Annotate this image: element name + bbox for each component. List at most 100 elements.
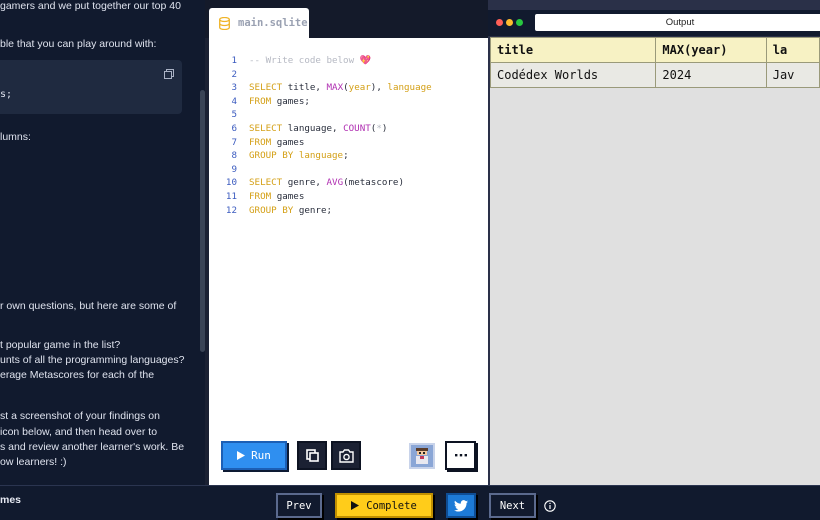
screenshot-button[interactable] [331,441,361,470]
instructions-line: t popular game in the list? [0,339,121,351]
prev-button[interactable]: Prev [276,493,322,518]
line-number: 11 [225,190,237,202]
code-token: metascore [348,177,399,189]
code-lines[interactable]: 1 -- Write code below 💖 2 3 SELECT title… [209,54,488,217]
course-footer: mes [0,485,205,520]
next-button[interactable]: Next [489,493,536,518]
code-column: language [298,150,344,162]
code-token: ) [381,122,388,134]
code-token: genre; [298,204,333,216]
column-header: MAX(year) [655,37,767,63]
instructions-line: icon below, and then head over to [0,426,158,438]
copy-icon [305,449,319,462]
output-titlebar: Output [488,10,820,36]
code-column: year [348,82,371,94]
table-header-row: title MAX(year) la [490,37,820,63]
close-dot-icon[interactable] [496,19,503,26]
code-keyword: SELECT [249,122,283,134]
line-number: 12 [225,204,237,216]
complete-label: Complete [366,499,417,512]
copy-icon[interactable] [164,69,174,79]
prev-label: Prev [286,499,312,512]
file-tab[interactable]: main.sqlite [209,8,309,38]
course-label[interactable]: mes [0,494,21,506]
instructions-line: ow learners! :) [0,456,67,468]
line-number: 4 [231,95,237,107]
line-number: 8 [231,150,237,162]
code-function: COUNT [343,122,371,134]
complete-button[interactable]: Complete [335,493,433,518]
instructions-panel: gamers and we put together our top 40 bl… [0,0,205,485]
code-token: language, [287,122,338,134]
code-line[interactable]: 11 FROM games [209,190,488,204]
code-token: ), [370,82,382,94]
code-line[interactable]: 1 -- Write code below 💖 [209,54,488,68]
line-number: 10 [225,177,237,189]
instructions-line: erage Metascores for each of the [0,369,155,381]
output-title: Output [535,14,820,31]
pixel-avatar-icon [416,448,428,464]
line-number: 2 [231,68,237,80]
editor-tabbar: main.sqlite [205,0,488,38]
code-line[interactable]: 7 FROM games [209,136,488,150]
camera-icon [338,448,354,463]
more-options-button[interactable] [445,441,476,470]
run-button[interactable]: Run [221,441,287,470]
column-header: la [765,37,820,63]
code-keyword: GROUP BY [249,204,294,216]
file-name: main.sqlite [238,17,308,29]
code-line[interactable]: 12 GROUP BY genre; [209,204,488,218]
play-icon [351,501,360,510]
code-token: games; [276,95,310,107]
line-number: 3 [231,82,237,94]
copy-code-button[interactable] [297,441,327,470]
instructions-line: lumns: [0,131,31,143]
code-function: AVG [326,177,344,189]
database-icon [219,16,230,30]
editor-actions: Run [209,441,488,471]
code-token: games [276,136,305,148]
twitter-icon [454,499,468,512]
ellipsis-icon [454,454,467,457]
result-table: title MAX(year) la Codédex Worlds 2024 J… [490,37,820,88]
line-number: 5 [231,109,237,121]
instructions-line: unts of all the programming languages? [0,354,185,366]
code-editor[interactable]: 1 -- Write code below 💖 2 3 SELECT title… [209,38,488,485]
code-keyword: SELECT [249,177,283,189]
code-line[interactable]: 5 [209,108,488,122]
code-line[interactable]: 6 SELECT language, COUNT(*) [209,122,488,136]
code-token: ; [343,150,349,162]
line-number: 7 [231,136,237,148]
minimize-dot-icon[interactable] [506,19,513,26]
code-line[interactable]: 4 FROM games; [209,95,488,109]
code-line[interactable]: 9 [209,163,488,177]
code-function: MAX [326,82,344,94]
column-header: title [490,37,657,63]
bottom-navigation: Prev Complete Next [205,485,820,520]
code-keyword: FROM [249,190,272,202]
code-comment: -- Write code below [249,55,355,66]
code-line[interactable]: 2 [209,68,488,82]
line-number: 1 [231,55,237,66]
code-keyword: FROM [249,95,272,107]
output-result[interactable]: title MAX(year) la Codédex Worlds 2024 J… [490,37,820,485]
info-icon[interactable] [544,500,556,512]
heart-icon: 💖 [359,55,372,66]
code-token: ) [398,177,404,189]
code-editor-panel: main.sqlite 1 -- Write code below 💖 2 3 … [205,0,488,485]
line-number: 9 [231,163,237,175]
table-cell: 2024 [655,62,767,88]
avatar[interactable] [409,443,435,469]
maximize-dot-icon[interactable] [516,19,523,26]
instructions-line: st a screenshot of your findings on [0,410,160,422]
code-token: genre, [287,177,321,189]
code-keyword: GROUP BY [249,150,294,162]
code-line[interactable]: 3 SELECT title, MAX(year), language [209,81,488,95]
code-line[interactable]: 8 GROUP BY language; [209,149,488,163]
output-panel: Output title MAX(year) la Codédex Worlds… [488,0,820,485]
code-token: games [276,190,305,202]
instructions-line: ble that you can play around with: [0,38,157,50]
next-label: Next [499,499,526,512]
twitter-share-button[interactable] [446,493,476,518]
code-line[interactable]: 10 SELECT genre, AVG(metascore) [209,176,488,190]
